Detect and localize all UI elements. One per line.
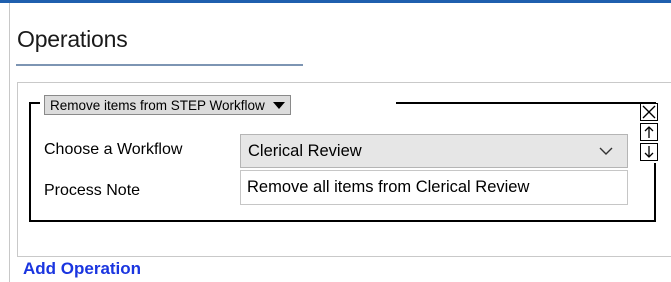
arrow-up-icon (644, 126, 654, 138)
close-x-icon (642, 105, 656, 119)
caret-down-icon (272, 101, 285, 109)
section-title: Operations (17, 26, 128, 52)
workflow-select-value: Clerical Review (248, 141, 362, 160)
process-note-input[interactable]: Remove all items from Clerical Review (240, 170, 628, 205)
operation-type-select[interactable]: Remove items from STEP Workflow (44, 95, 291, 115)
process-note-value: Remove all items from Clerical Review (247, 178, 530, 196)
workflow-select[interactable]: Clerical Review (240, 134, 628, 168)
move-up-button[interactable] (640, 123, 658, 141)
operation-controls (640, 103, 658, 163)
add-operation-link[interactable]: Add Operation (23, 259, 141, 279)
operation-type-label: Remove items from STEP Workflow (50, 97, 265, 113)
remove-operation-button[interactable] (640, 103, 658, 121)
section-underline (16, 64, 303, 66)
move-down-button[interactable] (640, 143, 658, 161)
arrow-down-icon (644, 146, 654, 158)
process-note-label: Process Note (44, 182, 141, 199)
chevron-down-icon (599, 147, 613, 155)
left-rail (0, 3, 10, 282)
workflow-label: Choose a Workflow (44, 141, 183, 158)
